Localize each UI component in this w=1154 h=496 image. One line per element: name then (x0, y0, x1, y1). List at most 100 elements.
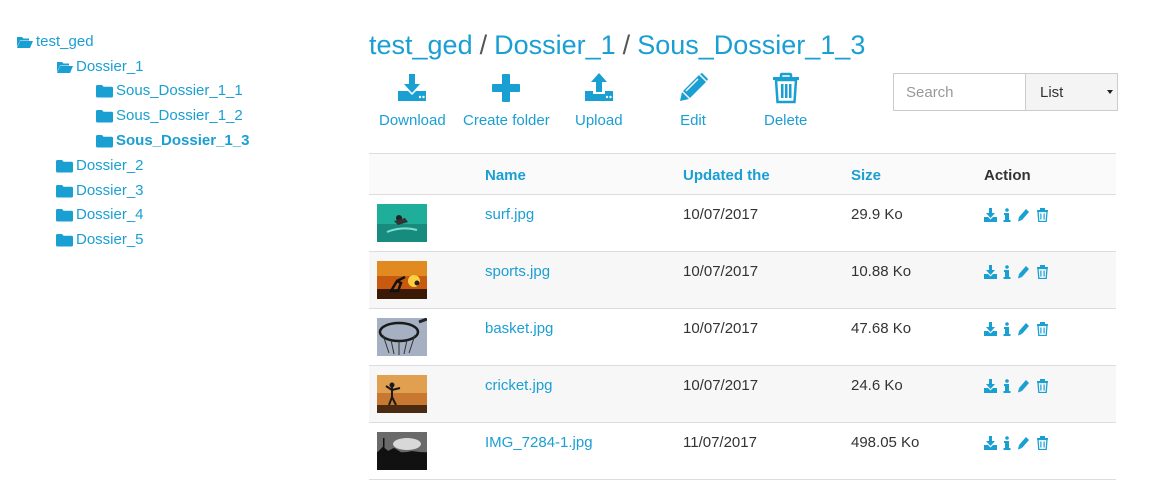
view-mode-select[interactable]: List (1025, 73, 1118, 111)
tree-item-sous-dossier-1-1[interactable]: Sous_Dossier_1_1 (96, 82, 243, 99)
breadcrumb-item-test-ged[interactable]: test_ged (369, 30, 473, 60)
trash-icon[interactable] (1036, 322, 1049, 336)
thumbnail-img-7284[interactable] (377, 432, 427, 470)
edit-button[interactable]: Edit (677, 72, 709, 129)
tree-item-sous-dossier-1-2[interactable]: Sous_Dossier_1_2 (96, 107, 243, 124)
tree-item-label: Sous_Dossier_1_3 (116, 132, 250, 149)
file-updated: 10/07/2017 (683, 320, 759, 337)
tree-item-sous-dossier-1-3[interactable]: Sous_Dossier_1_3 (96, 132, 249, 149)
tree-item-test-ged[interactable]: test_ged (16, 33, 94, 50)
download-button[interactable]: Download (379, 72, 446, 129)
download-icon[interactable] (984, 436, 997, 450)
pencil-icon[interactable] (1017, 436, 1030, 450)
file-updated: 11/07/2017 (683, 434, 757, 451)
tree-item-label: Sous_Dossier_1_1 (116, 82, 243, 99)
file-updated: 10/07/2017 (683, 377, 759, 394)
folder-icon (56, 233, 73, 247)
download-icon[interactable] (984, 379, 997, 393)
table-row: cricket.jpg 10/07/2017 24.6 Ko (369, 366, 1116, 423)
pencil-icon[interactable] (1017, 208, 1030, 222)
folder-icon (56, 184, 73, 198)
view-mode-value: List (1040, 83, 1064, 101)
folder-open-icon (16, 35, 33, 49)
plus-icon (490, 72, 522, 104)
row-actions (984, 322, 1055, 336)
thumbnail-basket[interactable] (377, 318, 427, 356)
file-updated: 10/07/2017 (683, 206, 759, 223)
upload-icon (583, 72, 615, 104)
info-icon[interactable] (1003, 436, 1011, 450)
info-icon[interactable] (1003, 379, 1011, 393)
file-name-link[interactable]: sports.jpg (485, 263, 550, 280)
file-table: Name Updated the Size Action surf.jpg 10… (369, 153, 1116, 480)
search-input[interactable] (893, 73, 1026, 111)
column-header-name[interactable]: Name (485, 167, 526, 184)
trash-icon[interactable] (1036, 436, 1049, 450)
table-row: IMG_7284-1.jpg 11/07/2017 498.05 Ko (369, 423, 1116, 480)
trash-icon[interactable] (1036, 379, 1049, 393)
tree-item-label: Dossier_4 (76, 206, 144, 223)
tree-item-label: Dossier_5 (76, 231, 144, 248)
create-folder-label: Create folder (463, 112, 550, 129)
download-icon[interactable] (984, 265, 997, 279)
delete-button[interactable]: Delete (764, 72, 807, 129)
breadcrumb-separator: / (479, 30, 488, 60)
download-label: Download (379, 112, 446, 129)
file-size: 498.05 Ko (851, 434, 920, 451)
table-header: Name Updated the Size Action (369, 153, 1116, 195)
download-icon[interactable] (984, 208, 997, 222)
chevron-down-icon (1105, 74, 1115, 110)
folder-icon (96, 109, 113, 123)
download-icon[interactable] (984, 322, 997, 336)
trash-icon (770, 72, 802, 104)
info-icon[interactable] (1003, 265, 1011, 279)
thumbnail-surf[interactable] (377, 204, 427, 242)
column-header-updated[interactable]: Updated the (683, 167, 770, 184)
create-folder-button[interactable]: Create folder (463, 72, 550, 129)
file-name-link[interactable]: surf.jpg (485, 206, 534, 223)
tree-item-label: Sous_Dossier_1_2 (116, 107, 243, 124)
tree-item-label: Dossier_1 (76, 58, 144, 75)
tree-item-label: Dossier_3 (76, 182, 144, 199)
breadcrumb-item-dossier-1[interactable]: Dossier_1 (494, 30, 616, 60)
pencil-icon[interactable] (1017, 379, 1030, 393)
tree-item-label: Dossier_2 (76, 157, 144, 174)
edit-label: Edit (680, 112, 706, 129)
file-size: 47.68 Ko (851, 320, 912, 337)
file-name-link[interactable]: cricket.jpg (485, 377, 553, 394)
pencil-icon[interactable] (1017, 265, 1030, 279)
tree-item-dossier-4[interactable]: Dossier_4 (56, 206, 144, 223)
folder-icon (96, 134, 113, 148)
breadcrumb: test_ged / Dossier_1/Sous_Dossier_1_3 (369, 30, 865, 61)
thumbnail-cricket[interactable] (377, 375, 427, 413)
thumbnail-sports[interactable] (377, 261, 427, 299)
column-header-size[interactable]: Size (851, 167, 881, 184)
upload-label: Upload (575, 112, 623, 129)
tree-item-dossier-3[interactable]: Dossier_3 (56, 182, 144, 199)
pencil-icon[interactable] (1017, 322, 1030, 336)
row-actions (984, 265, 1055, 279)
folder-icon (56, 208, 73, 222)
column-header-action: Action (984, 167, 1031, 184)
table-row: basket.jpg 10/07/2017 47.68 Ko (369, 309, 1116, 366)
info-icon[interactable] (1003, 208, 1011, 222)
tree-item-dossier-2[interactable]: Dossier_2 (56, 157, 144, 174)
breadcrumb-separator: / (622, 30, 631, 60)
trash-icon[interactable] (1036, 265, 1049, 279)
file-name-link[interactable]: IMG_7284-1.jpg (485, 434, 593, 451)
tree-item-dossier-5[interactable]: Dossier_5 (56, 231, 144, 248)
upload-button[interactable]: Upload (575, 72, 623, 129)
folder-icon (96, 84, 113, 98)
tree-item-dossier-1[interactable]: Dossier_1 (56, 58, 144, 75)
trash-icon[interactable] (1036, 208, 1049, 222)
info-icon[interactable] (1003, 322, 1011, 336)
file-size: 10.88 Ko (851, 263, 912, 280)
file-name-link[interactable]: basket.jpg (485, 320, 553, 337)
table-row: surf.jpg 10/07/2017 29.9 Ko (369, 195, 1116, 252)
download-icon (396, 72, 428, 104)
row-actions (984, 208, 1055, 222)
row-actions (984, 379, 1055, 393)
table-row: sports.jpg 10/07/2017 10.88 Ko (369, 252, 1116, 309)
folder-open-icon (56, 60, 73, 74)
breadcrumb-item-sous-dossier-1-3[interactable]: Sous_Dossier_1_3 (637, 30, 865, 60)
